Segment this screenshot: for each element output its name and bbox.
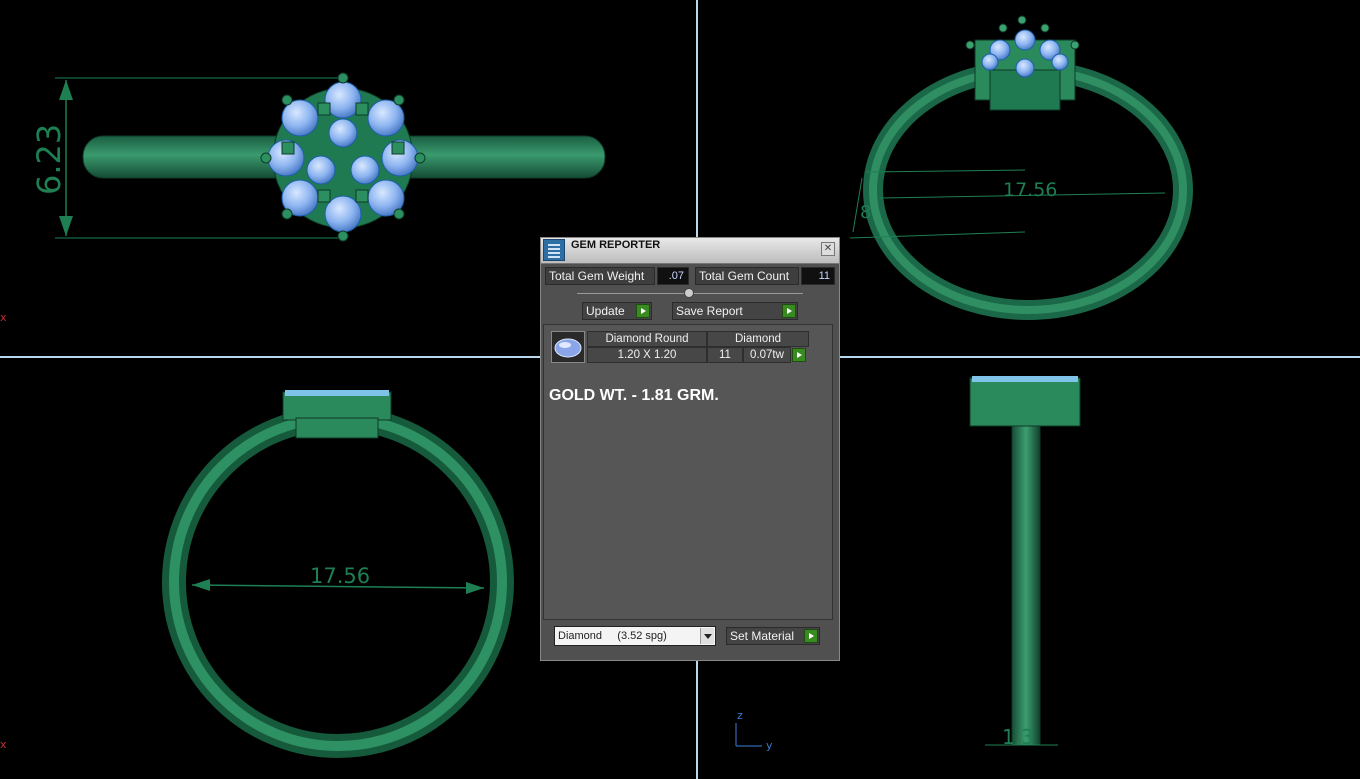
gem-material-cell: Diamond bbox=[707, 331, 809, 347]
perspective-side-dimension: 8 bbox=[860, 202, 871, 223]
chevron-down-icon[interactable] bbox=[700, 628, 714, 644]
gem-reporter-app-icon bbox=[543, 239, 565, 261]
side-view-dimension: 1.3 bbox=[1002, 725, 1034, 749]
save-report-button[interactable]: Save Report bbox=[672, 302, 798, 320]
gem-count-cell: 11 bbox=[707, 347, 743, 363]
gem-list: Diamond Round Diamond 1.20 X 1.20 11 0.0… bbox=[543, 324, 833, 620]
gold-weight-note: GOLD WT. - 1.81 GRM. bbox=[549, 387, 719, 404]
axis-z-label: z bbox=[737, 709, 743, 722]
total-gem-count-label: Total Gem Count bbox=[695, 267, 799, 285]
save-report-button-label: Save Report bbox=[676, 304, 743, 318]
total-gem-weight-value: .07 bbox=[657, 267, 689, 285]
top-view-dimension: 6.23 bbox=[30, 124, 68, 195]
gem-weight-cell: 0.07tw bbox=[743, 347, 791, 363]
axis-gizmo bbox=[735, 723, 762, 747]
update-button[interactable]: Update bbox=[582, 302, 652, 320]
total-gem-weight-label: Total Gem Weight bbox=[545, 267, 655, 285]
perspective-ring bbox=[849, 15, 1193, 320]
gem-reporter-panel: GEM REPORTER ✕ Total Gem Weight .07 Tota… bbox=[540, 237, 840, 661]
top-view-ring bbox=[55, 72, 606, 242]
set-material-button[interactable]: Set Material bbox=[726, 627, 820, 645]
axis-x-label-bottom: x bbox=[0, 738, 7, 751]
panel-title: GEM REPORTER bbox=[571, 239, 661, 251]
panel-slider-handle[interactable] bbox=[684, 288, 694, 298]
gem-row-play-icon[interactable] bbox=[792, 348, 806, 362]
diamond-round-gem-icon[interactable] bbox=[551, 331, 585, 363]
play-arrow-icon[interactable] bbox=[636, 304, 650, 318]
side-view-ring bbox=[969, 376, 1081, 746]
play-arrow-icon[interactable] bbox=[782, 304, 796, 318]
perspective-dimension: 17.56 bbox=[1003, 179, 1057, 201]
play-arrow-icon[interactable] bbox=[804, 629, 818, 643]
gem-shape-cell: Diamond Round bbox=[587, 331, 707, 347]
total-gem-count-value: 11 bbox=[801, 267, 835, 285]
set-material-button-label: Set Material bbox=[730, 629, 795, 643]
update-button-label: Update bbox=[586, 304, 625, 318]
gem-size-cell: 1.20 X 1.20 bbox=[587, 347, 707, 363]
close-icon[interactable]: ✕ bbox=[821, 242, 835, 256]
front-view-dimension: 17.56 bbox=[310, 564, 370, 588]
material-select[interactable]: Diamond (3.52 spg) bbox=[554, 626, 716, 646]
material-select-value: Diamond (3.52 spg) bbox=[558, 630, 667, 642]
axis-y-label: y bbox=[766, 739, 773, 752]
axis-x-label-top: x bbox=[0, 311, 7, 324]
gem-reporter-titlebar[interactable]: GEM REPORTER ✕ bbox=[541, 238, 839, 264]
